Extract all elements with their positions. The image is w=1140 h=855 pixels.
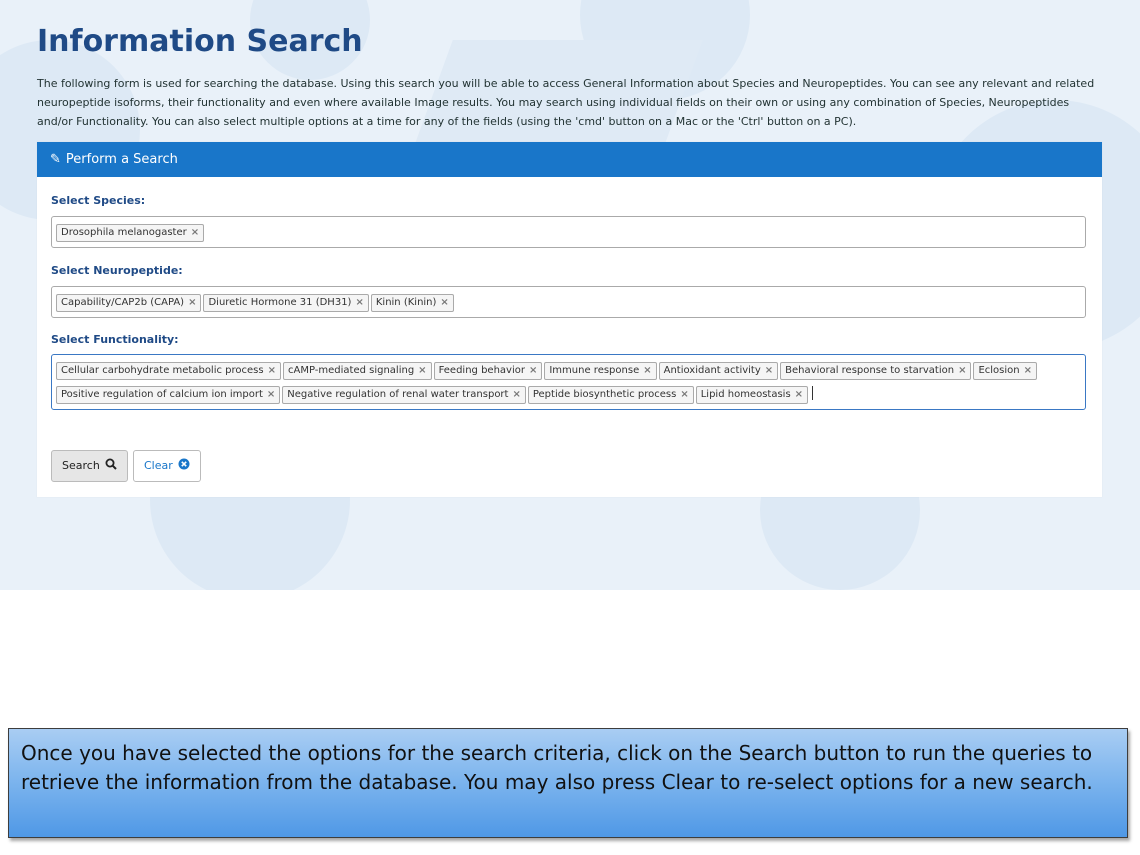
tag-label: Eclosion [978, 365, 1020, 376]
text-cursor [812, 385, 814, 400]
tag-label: cAMP-mediated signaling [287, 365, 415, 376]
search-icon [105, 458, 118, 470]
panel-header: ✎ Perform a Search [37, 142, 1102, 177]
remove-tag-icon[interactable]: × [268, 365, 276, 376]
selected-tag: Antioxidant activity × [658, 362, 779, 380]
species-label: Select Species: [51, 194, 146, 207]
search-button-label: Search [62, 459, 100, 472]
tag-label: Cellular carbohydrate metabolic process [61, 365, 264, 376]
selected-tag: Cellular carbohydrate metabolic process × [56, 362, 281, 380]
selected-tag: Behavioral response to starvation × [780, 362, 972, 380]
neuropeptide-select[interactable]: Capability/CAP2b (CAPA) × Diuretic Hormone… [51, 286, 1086, 318]
panel-title: Perform a Search [65, 152, 178, 167]
selected-tag: Positive regulation of calcium ion impor… [56, 386, 281, 404]
edit-icon: ✎ [50, 152, 61, 167]
selected-tag: Peptide biosynthetic process × [527, 386, 694, 404]
tag-label: Peptide biosynthetic process [532, 389, 677, 400]
remove-tag-icon[interactable]: × [191, 227, 199, 238]
remove-tag-icon[interactable]: × [188, 297, 196, 308]
selected-tag: Lipid homeostasis × [695, 386, 809, 404]
functionality-label: Select Functionality: [51, 333, 179, 346]
page-title: Information Search [37, 24, 363, 59]
selected-tag: Kinin (Kinin) × [370, 294, 454, 312]
tag-label: Drosophila melanogaster [61, 227, 187, 238]
callout-text: Once you have selected the options for t… [21, 741, 1093, 794]
remove-tag-icon[interactable]: × [643, 365, 651, 376]
remove-tag-icon[interactable]: × [795, 389, 803, 400]
main-content: Information Search The following form is… [0, 0, 1140, 590]
tag-label: Kinin (Kinin) [375, 297, 437, 308]
selected-tag: Diuretic Hormone 31 (DH31) × [203, 294, 369, 312]
search-panel: ✎ Perform a Search Select Species: Drosop… [37, 142, 1102, 497]
tag-label: Antioxidant activity [663, 365, 761, 376]
intro-text: The following form is used for searching… [37, 77, 1095, 128]
remove-tag-icon[interactable]: × [765, 365, 773, 376]
species-select[interactable]: Drosophila melanogaster × [51, 216, 1086, 248]
remove-tag-icon[interactable]: × [512, 389, 520, 400]
tag-label: Diuretic Hormone 31 (DH31) [208, 297, 352, 308]
selected-tag: Capability/CAP2b (CAPA) × [56, 294, 202, 312]
remove-tag-icon[interactable]: × [440, 297, 448, 308]
instruction-callout: Once you have selected the options for t… [8, 728, 1128, 838]
selected-tag: Eclosion × [973, 362, 1038, 380]
remove-tag-icon[interactable]: × [418, 365, 426, 376]
remove-tag-icon[interactable]: × [680, 389, 688, 400]
neuropeptide-label: Select Neuropeptide: [51, 264, 183, 277]
remove-tag-icon[interactable]: × [1024, 365, 1032, 376]
tag-label: Lipid homeostasis [700, 389, 791, 400]
selected-tag: cAMP-mediated signaling × [282, 362, 432, 380]
clear-button-label: Clear [144, 459, 173, 472]
remove-tag-icon[interactable]: × [958, 365, 966, 376]
selected-tag: Immune response × [544, 362, 657, 380]
functionality-select[interactable]: Cellular carbohydrate metabolic process ×… [51, 354, 1086, 410]
clear-button[interactable]: Clear [133, 450, 202, 482]
tag-label: Behavioral response to starvation [785, 365, 955, 376]
remove-tag-icon[interactable]: × [529, 365, 537, 376]
remove-tag-icon[interactable]: × [267, 389, 275, 400]
selected-tag: Feeding behavior × [433, 362, 543, 380]
search-button[interactable]: Search [51, 450, 129, 482]
tag-label: Feeding behavior [438, 365, 525, 376]
selected-tag: Drosophila melanogaster × [56, 224, 205, 242]
selected-tag: Negative regulation of renal water trans… [282, 386, 526, 404]
tag-label: Immune response [549, 365, 640, 376]
tag-label: Positive regulation of calcium ion impor… [61, 389, 263, 400]
tag-label: Capability/CAP2b (CAPA) [61, 297, 185, 308]
remove-tag-icon[interactable]: × [355, 297, 363, 308]
tag-label: Negative regulation of renal water trans… [287, 389, 509, 400]
clear-circle-icon [178, 458, 190, 470]
